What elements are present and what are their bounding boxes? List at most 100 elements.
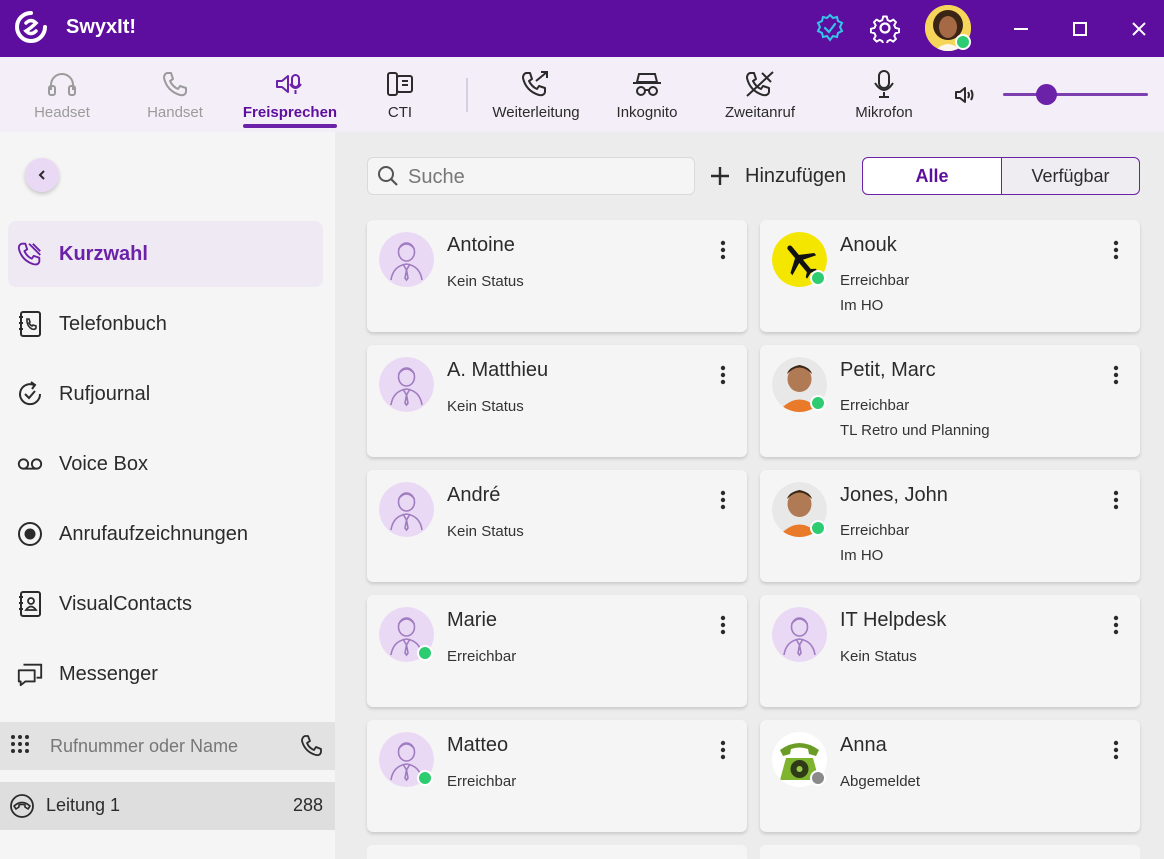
more-options-icon[interactable] [1104, 488, 1128, 512]
contact-status-note: TL Retro und Planning [840, 422, 990, 439]
avatar-placeholder-person-icon [772, 607, 827, 662]
speakerphone-button[interactable]: Freisprechen [240, 57, 340, 132]
contact-card[interactable]: A. Matthieu Kein Status [367, 345, 747, 457]
cti-button[interactable]: CTI [370, 57, 430, 132]
line-1-row[interactable]: Leitung 1 288 [0, 782, 335, 830]
volume-icon[interactable] [953, 84, 977, 111]
sidebar-item-voice-box[interactable]: Voice Box [8, 431, 323, 497]
device-toolbar: Headset Handset Freisprechen CTI Weiterl… [0, 57, 1164, 132]
dial-bar [0, 722, 335, 770]
contact-status: Erreichbar [447, 648, 517, 665]
presence-indicator [417, 770, 433, 786]
contact-card[interactable]: Marie Erreichbar [367, 595, 747, 707]
second-call-label: Zweitanruf [724, 104, 796, 121]
record-icon [16, 520, 44, 548]
line-label: Leitung 1 [46, 795, 121, 815]
contact-card[interactable]: Antoine Kein Status [367, 220, 747, 332]
close-button[interactable] [1124, 14, 1154, 44]
avatar-placeholder-person-icon [379, 482, 434, 537]
contact-card[interactable]: IT Helpdesk Kein Status [760, 595, 1140, 707]
contact-card[interactable]: Matteo Erreichbar [367, 720, 747, 832]
volume-slider-track[interactable] [1003, 93, 1148, 96]
contact-card-partial [760, 845, 1140, 859]
contact-card[interactable]: Anouk Erreichbar Im HO [760, 220, 1140, 332]
more-options-icon[interactable] [1104, 363, 1128, 387]
presence-indicator [810, 520, 826, 536]
contact-name: IT Helpdesk [840, 609, 947, 631]
avatar-placeholder-person-icon [379, 232, 434, 287]
contact-card-partial [367, 845, 747, 859]
sidebar-item-messenger[interactable]: Messenger [8, 641, 323, 707]
cti-icon [385, 69, 415, 99]
more-options-icon[interactable] [711, 738, 735, 762]
more-options-icon[interactable] [711, 238, 735, 262]
more-options-icon[interactable] [711, 363, 735, 387]
active-tab-indicator [243, 124, 337, 128]
sidebar-item-telefonbuch[interactable]: Telefonbuch [8, 291, 323, 357]
swyxit-logo [15, 11, 47, 43]
settings-gear-icon[interactable] [869, 12, 901, 44]
filter-available-button[interactable]: Verfügbar [1001, 157, 1140, 195]
contact-search [367, 157, 695, 195]
more-options-icon[interactable] [711, 613, 735, 637]
handset-button[interactable]: Handset [135, 57, 215, 132]
sidebar-item-label: Kurzwahl [59, 242, 148, 265]
contact-status: Kein Status [840, 648, 917, 665]
more-options-icon[interactable] [1104, 613, 1128, 637]
dial-number-input[interactable] [50, 734, 280, 758]
sidebar-item-label: Voice Box [59, 452, 148, 475]
toolbar-separator [466, 78, 468, 112]
verified-badge-icon[interactable] [814, 12, 846, 44]
sidebar-item-label: Telefonbuch [59, 312, 167, 335]
voicemail-icon [16, 450, 44, 478]
call-forward-icon [521, 69, 551, 99]
more-options-icon[interactable] [711, 488, 735, 512]
forwarding-label: Weiterleitung [492, 104, 580, 121]
search-input[interactable] [408, 165, 678, 189]
sidebar-item-visualcontacts[interactable]: VisualContacts [8, 571, 323, 637]
contact-status-note: Im HO [840, 547, 884, 564]
contact-name: Anna [840, 734, 887, 756]
incognito-icon [631, 69, 663, 99]
contact-card[interactable]: Jones, John Erreichbar Im HO [760, 470, 1140, 582]
sidebar-item-label: Messenger [59, 662, 158, 685]
contact-card[interactable]: Petit, Marc Erreichbar TL Retro und Planni… [760, 345, 1140, 457]
sidebar-item-kurzwahl[interactable]: Kurzwahl [8, 221, 323, 287]
contacts-book-icon [16, 590, 44, 618]
contact-card[interactable]: Anna Abgemeldet [760, 720, 1140, 832]
dialpad-icon[interactable] [10, 734, 30, 761]
headset-icon [46, 69, 78, 99]
dial-call-icon[interactable] [300, 734, 324, 763]
maximize-button[interactable] [1065, 14, 1095, 44]
sidebar-item-rufjournal[interactable]: Rufjournal [8, 361, 323, 427]
microphone-button[interactable]: Mikrofon [845, 57, 923, 132]
add-contact-label: Hinzufügen [745, 164, 847, 187]
contact-card[interactable]: André Kein Status [367, 470, 747, 582]
second-call-button[interactable]: Zweitanruf [715, 57, 805, 132]
speakerphone-icon [273, 69, 307, 99]
incognito-button[interactable]: Inkognito [607, 57, 687, 132]
title-bar: SwyxIt! [0, 0, 1164, 57]
contact-status-note: Im HO [840, 297, 884, 314]
contact-status: Erreichbar [447, 773, 517, 790]
contact-name: André [447, 484, 501, 506]
sidebar-item-label: Rufjournal [59, 382, 151, 405]
more-options-icon[interactable] [1104, 738, 1128, 762]
collapse-sidebar-button[interactable] [25, 158, 59, 192]
sidebar-item-anrufaufzeichnungen[interactable]: Anrufaufzeichnungen [8, 501, 323, 567]
cti-label: CTI [387, 104, 413, 121]
more-options-icon[interactable] [1104, 238, 1128, 262]
filter-all-button[interactable]: Alle [862, 157, 1002, 195]
forwarding-button[interactable]: Weiterleitung [483, 57, 589, 132]
contact-status: Erreichbar [840, 272, 910, 289]
speakerphone-label: Freisprechen [242, 104, 338, 121]
speed-dial-handset-icon [16, 240, 44, 268]
presence-indicator [810, 270, 826, 286]
volume-slider-handle[interactable] [1036, 84, 1057, 105]
minimize-button[interactable] [1006, 14, 1036, 44]
headset-button[interactable]: Headset [22, 57, 102, 132]
contact-status: Abgemeldet [840, 773, 921, 790]
add-contact-button[interactable]: Hinzufügen [707, 160, 846, 192]
call-journal-icon [16, 380, 44, 408]
handset-icon [161, 69, 189, 99]
